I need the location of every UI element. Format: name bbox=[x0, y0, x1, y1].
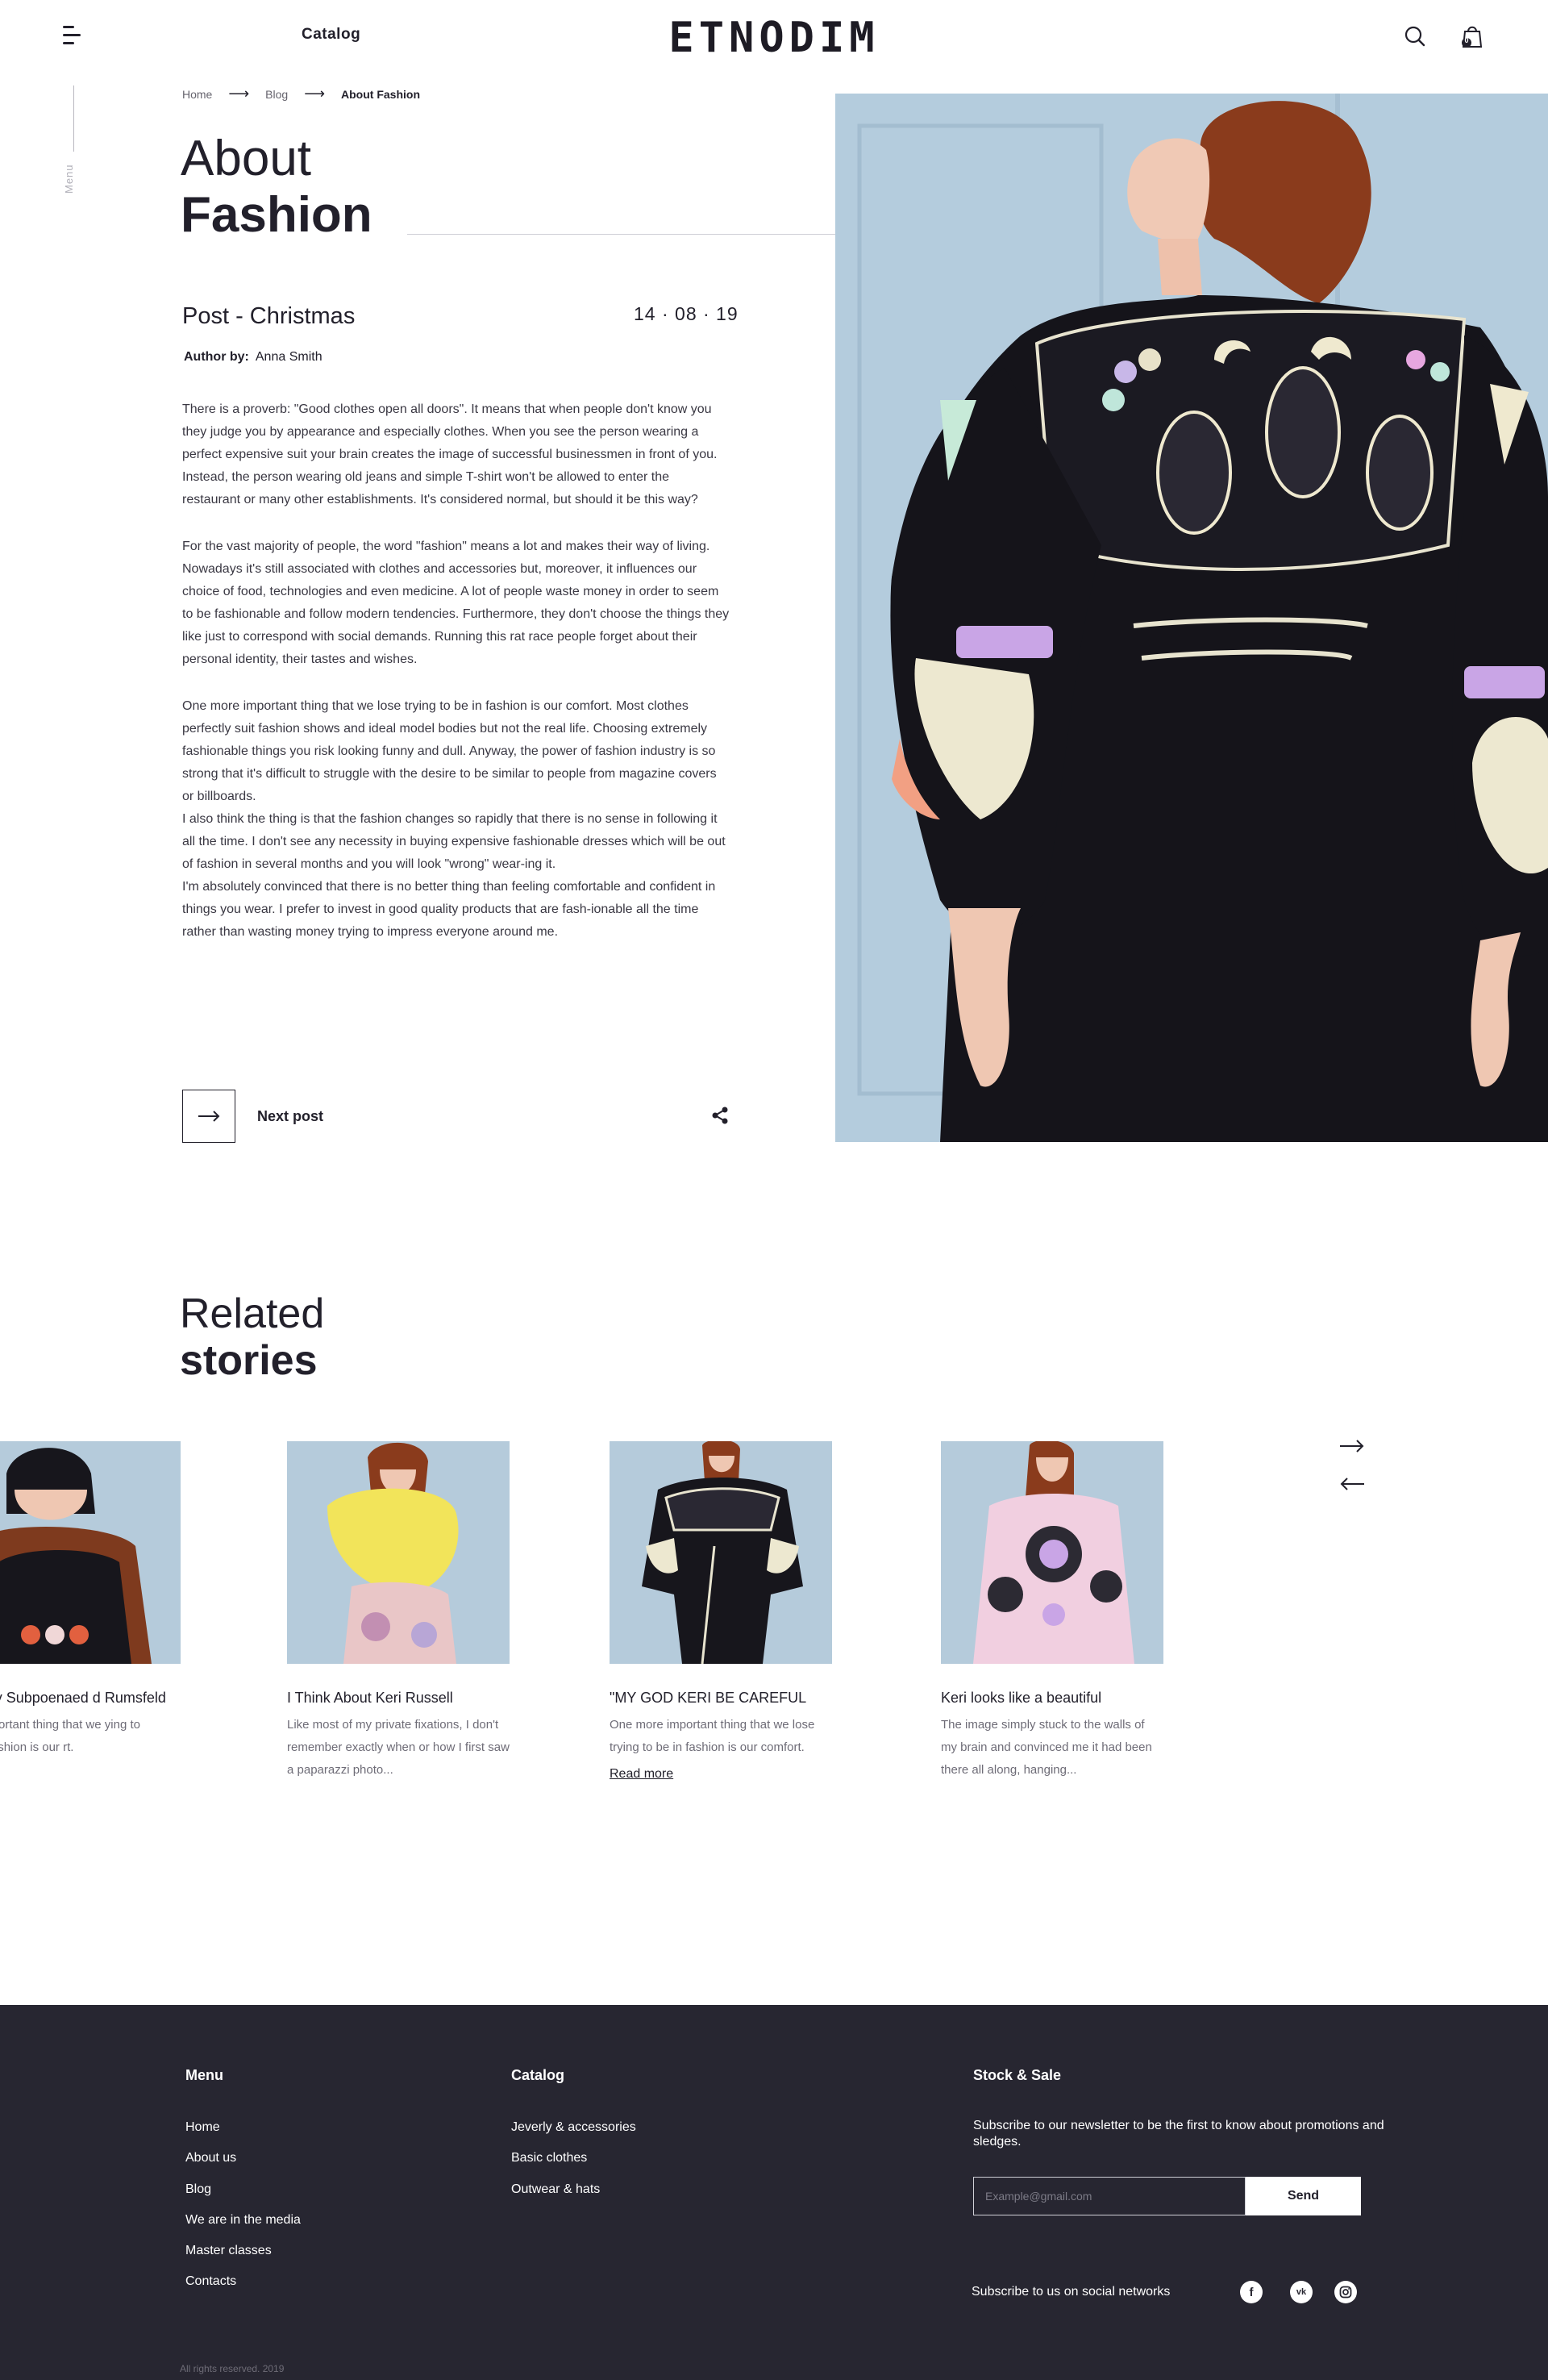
post-date: 14 · 08 · 19 bbox=[634, 303, 739, 324]
footer-link-jewelry[interactable]: Jeverly & accessories bbox=[511, 2120, 636, 2135]
story-title[interactable]: Keri looks like a beautiful bbox=[941, 1688, 1163, 1707]
social-label: Subscribe to us on social networks bbox=[972, 2285, 1171, 2299]
copyright: All rights reserved. 2019 bbox=[180, 2363, 285, 2374]
related-title-line1: Related bbox=[180, 1290, 325, 1337]
post-tag: Post - Christmas bbox=[182, 303, 356, 329]
article-body: There is a proverb: "Good clothes open a… bbox=[182, 398, 730, 944]
title-divider bbox=[407, 234, 835, 235]
story-thumbnail[interactable] bbox=[0, 1441, 181, 1664]
story-thumbnail[interactable] bbox=[941, 1441, 1163, 1664]
newsletter-text: Subscribe to our newsletter to be the fi… bbox=[973, 2119, 1384, 2149]
story-card[interactable]: Keri looks like a beautiful The image si… bbox=[941, 1441, 1163, 1782]
logo[interactable]: ETNODIM bbox=[645, 14, 903, 62]
footer-stock-title: Stock & Sale bbox=[973, 2067, 1062, 2083]
author-name: Anna Smith bbox=[255, 350, 322, 364]
hero-photo bbox=[835, 94, 1548, 1142]
newsletter-send-button[interactable]: Send bbox=[1246, 2177, 1361, 2215]
catalog-link[interactable]: Catalog bbox=[302, 26, 360, 44]
breadcrumb-blog[interactable]: Blog bbox=[265, 88, 288, 101]
footer-menu-title: Menu bbox=[185, 2067, 223, 2083]
arrow-right-icon: ⟶ bbox=[304, 85, 326, 102]
story-card[interactable]: "MY GOD KERI BE CAREFUL One more importa… bbox=[610, 1441, 832, 1782]
slider-prev-arrow-icon[interactable] bbox=[1338, 1474, 1366, 1494]
breadcrumb: Home ⟶ Blog ⟶ About Fashion bbox=[182, 85, 420, 102]
vk-icon[interactable]: vk bbox=[1290, 2281, 1313, 2303]
story-thumbnail[interactable] bbox=[610, 1441, 832, 1664]
story-card[interactable]: e They Subpoenaed d Rumsfeld ore importa… bbox=[0, 1441, 258, 1759]
author-line: Author by: Anna Smith bbox=[184, 350, 322, 365]
story-card[interactable]: I Think About Keri Russell Like most of … bbox=[287, 1441, 510, 1782]
cart-count-badge: 0 bbox=[1464, 36, 1469, 44]
footer-link-contacts[interactable]: Contacts bbox=[185, 2274, 236, 2289]
next-post-link[interactable]: Next post bbox=[257, 1108, 323, 1125]
article-paragraph: I'm absolutely convinced that there is n… bbox=[182, 880, 716, 939]
related-title-line2: stories bbox=[180, 1337, 318, 1384]
footer-link-home[interactable]: Home bbox=[185, 2120, 220, 2135]
article-paragraph: For the vast majority of people, the wor… bbox=[182, 540, 730, 666]
side-divider bbox=[73, 85, 74, 152]
footer-link-master-classes[interactable]: Master classes bbox=[185, 2244, 272, 2258]
page-title-line1: About bbox=[181, 131, 312, 186]
menu-burger-icon[interactable] bbox=[63, 26, 84, 47]
cart-icon[interactable]: 0 bbox=[1459, 23, 1485, 50]
slider-next-arrow-icon[interactable] bbox=[1338, 1436, 1366, 1456]
footer-catalog-title: Catalog bbox=[511, 2067, 565, 2083]
article-paragraph: I also think the thing is that the fashi… bbox=[182, 812, 726, 871]
footer-link-basic-clothes[interactable]: Basic clothes bbox=[511, 2151, 587, 2165]
story-title[interactable]: I Think About Keri Russell bbox=[287, 1688, 510, 1707]
article-paragraph: There is a proverb: "Good clothes open a… bbox=[182, 402, 718, 506]
story-title[interactable]: "MY GOD KERI BE CAREFUL bbox=[610, 1688, 832, 1707]
story-excerpt: Like most of my private fixations, I don… bbox=[287, 1718, 510, 1777]
instagram-icon[interactable] bbox=[1334, 2281, 1357, 2303]
footer-link-about[interactable]: About us bbox=[185, 2151, 236, 2165]
story-excerpt: The image simply stuck to the walls of m… bbox=[941, 1718, 1152, 1777]
arrow-right-icon bbox=[198, 1111, 220, 1122]
article-paragraph: One more important thing that we lose tr… bbox=[182, 699, 717, 803]
story-excerpt: One more important thing that we lose tr… bbox=[610, 1718, 815, 1754]
side-menu-label[interactable]: Menu bbox=[63, 164, 75, 194]
author-label: Author by: bbox=[184, 350, 249, 364]
story-excerpt: ore important thing that we ying to be i… bbox=[0, 1718, 140, 1754]
facebook-icon[interactable]: f bbox=[1240, 2281, 1263, 2303]
breadcrumb-home[interactable]: Home bbox=[182, 88, 212, 101]
read-more-link[interactable]: Read more bbox=[610, 1767, 673, 1782]
footer-link-blog[interactable]: Blog bbox=[185, 2182, 211, 2197]
page-title-line2: Fashion bbox=[181, 187, 372, 243]
next-post-button[interactable] bbox=[182, 1090, 235, 1143]
share-icon[interactable] bbox=[710, 1105, 730, 1126]
footer-link-media[interactable]: We are in the media bbox=[185, 2213, 301, 2228]
search-icon[interactable] bbox=[1403, 24, 1427, 48]
story-title[interactable]: e They Subpoenaed d Rumsfeld bbox=[0, 1688, 258, 1707]
story-thumbnail[interactable] bbox=[287, 1441, 510, 1664]
breadcrumb-current: About Fashion bbox=[341, 87, 421, 101]
newsletter-email-input[interactable] bbox=[973, 2177, 1246, 2215]
arrow-right-icon: ⟶ bbox=[228, 85, 250, 102]
footer-link-outwear[interactable]: Outwear & hats bbox=[511, 2182, 600, 2197]
